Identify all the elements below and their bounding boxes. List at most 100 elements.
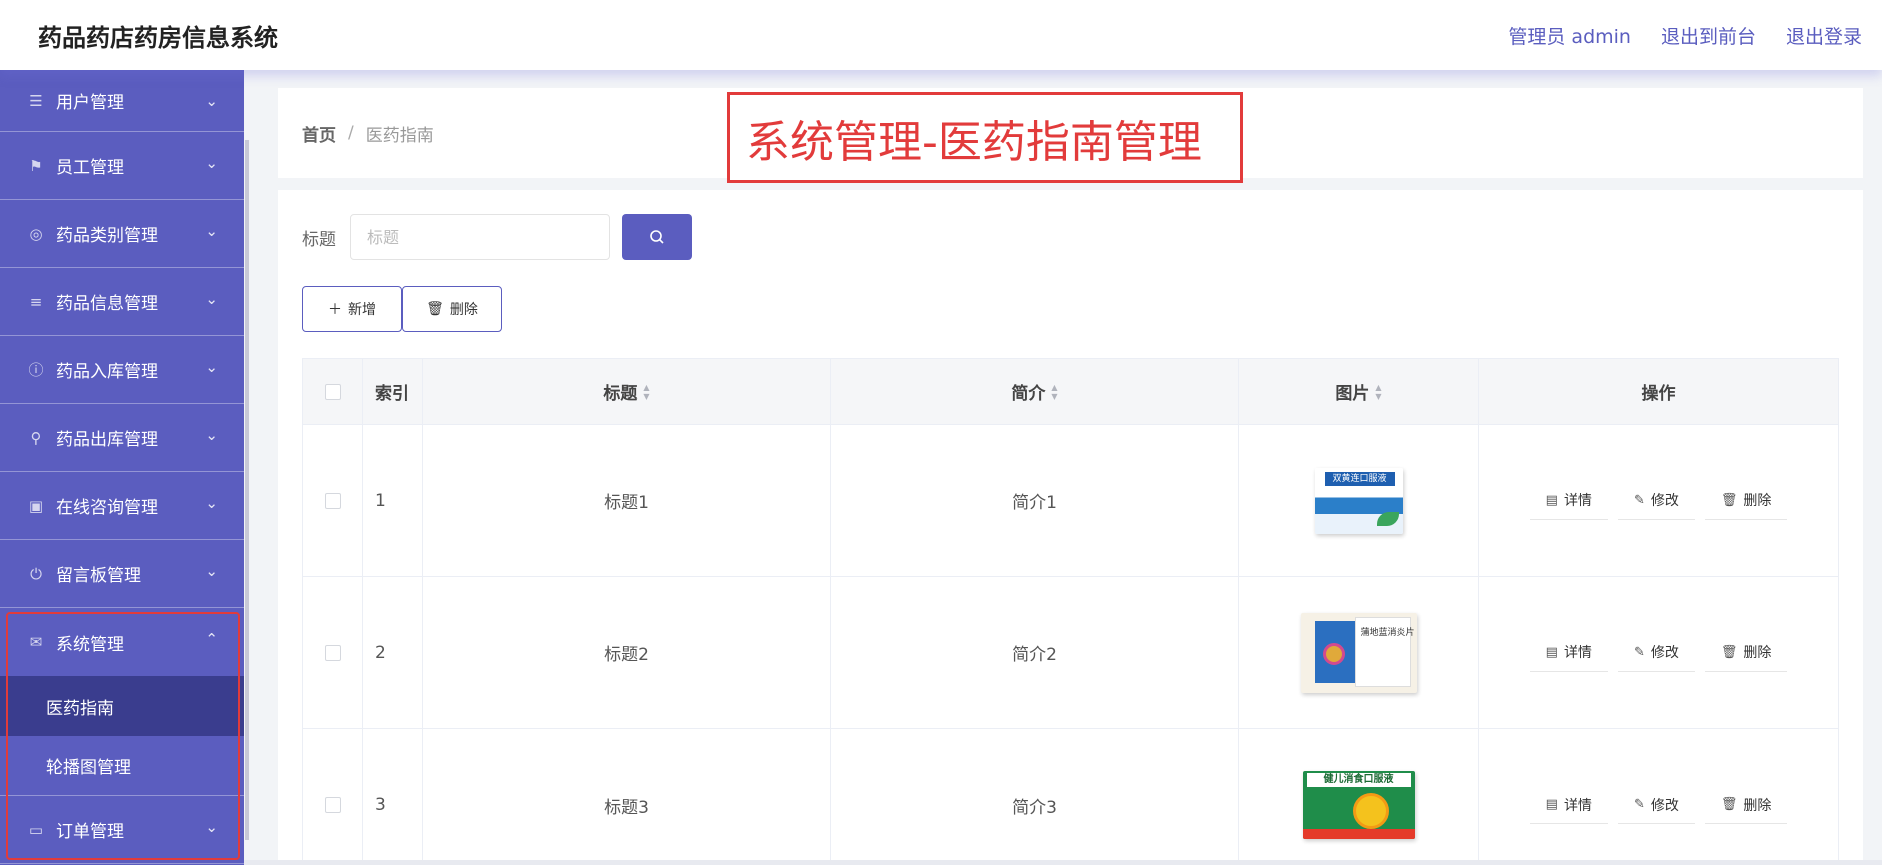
- sidebar-item-order-management[interactable]: ▭ 订单管理 ⌄: [0, 796, 244, 864]
- chevron-up-icon: ⌃: [205, 630, 218, 648]
- table-row: 3 标题3 简介3 健儿消食口服液 ▤ 详情 ✎ 修改 🗑 删除: [303, 729, 1838, 865]
- row-checkbox[interactable]: [324, 492, 341, 509]
- row-index: 1: [363, 425, 423, 576]
- sort-icon[interactable]: ▲ ▼: [1375, 383, 1381, 401]
- header-checkbox-cell: [303, 359, 363, 424]
- delete-button-label: 删除: [449, 302, 478, 318]
- header-intro[interactable]: 简介 ▲ ▼: [831, 359, 1239, 424]
- trash-icon: 🗑: [1720, 797, 1738, 812]
- delete-button[interactable]: 🗑 删除: [1704, 481, 1788, 520]
- list-icon: ≡: [29, 292, 43, 311]
- sidebar-item-user-management[interactable]: ☰ 用户管理 ⌄: [0, 70, 244, 132]
- logout-link[interactable]: 退出登录: [1786, 22, 1862, 49]
- header-title[interactable]: 标题 ▲ ▼: [423, 359, 831, 424]
- detail-label: 详情: [1563, 645, 1592, 661]
- edit-button[interactable]: ✎ 修改: [1617, 786, 1695, 824]
- edit-label: 修改: [1650, 645, 1679, 661]
- sidebar-item-drug-outbound[interactable]: ⚲ 药品出库管理 ⌄: [0, 404, 244, 472]
- header-image-label: 图片: [1335, 384, 1370, 404]
- row-checkbox[interactable]: [324, 644, 341, 661]
- sidebar-item-label: 药品类别管理: [56, 226, 158, 246]
- exit-to-front-link[interactable]: 退出到前台: [1661, 22, 1756, 49]
- breadcrumb-separator: /: [348, 123, 354, 143]
- clipboard-icon: ▣: [28, 496, 44, 515]
- flag-icon: ⚑: [29, 156, 43, 175]
- header-title-label: 标题: [603, 384, 638, 404]
- sidebar-item-staff-management[interactable]: ⚑ 员工管理 ⌄: [0, 132, 244, 200]
- document-icon: ▤: [1545, 797, 1558, 812]
- batch-delete-button[interactable]: 🗑 删除: [402, 286, 502, 332]
- edit-button[interactable]: ✎ 修改: [1617, 633, 1695, 672]
- sidebar-item-drug-info[interactable]: ≡ 药品信息管理 ⌄: [0, 268, 244, 336]
- edit-button[interactable]: ✎ 修改: [1617, 481, 1695, 520]
- search-input[interactable]: [350, 214, 610, 260]
- chevron-down-icon: ⌄: [205, 818, 218, 836]
- edit-label: 修改: [1650, 797, 1679, 814]
- row-intro: 简介1: [831, 425, 1239, 576]
- delete-button[interactable]: 🗑 删除: [1704, 633, 1788, 672]
- breadcrumb-home[interactable]: 首页: [302, 121, 336, 146]
- add-button[interactable]: ＋ 新增: [302, 286, 402, 332]
- edit-icon: ✎: [1633, 492, 1645, 508]
- edit-icon: ✎: [1633, 797, 1645, 812]
- row-image-cell: 双黄连口服液: [1239, 425, 1479, 576]
- row-image-cell: 健儿消食口服液: [1239, 729, 1479, 865]
- delete-button[interactable]: 🗑 删除: [1704, 786, 1788, 824]
- annotation-label: 系统管理-医药指南管理: [727, 92, 1243, 183]
- header-actions: 管理员 admin 退出到前台 退出登录: [1508, 22, 1862, 49]
- search-button[interactable]: [622, 214, 692, 260]
- edit-icon: ✎: [1633, 644, 1645, 660]
- select-all-checkbox[interactable]: [324, 383, 341, 400]
- header-ops: 操作: [1641, 384, 1676, 404]
- data-table: 索引 标题 ▲▼ 简介 ▲▼ 图片 ▲▼ 操作 1 标题1 简介1 双黄连: [302, 358, 1839, 865]
- sidebar-item-system-management[interactable]: ✉ 系统管理 ⌃: [0, 608, 244, 676]
- plus-icon: ＋: [328, 302, 342, 318]
- detail-button[interactable]: ▤ 详情: [1529, 481, 1608, 520]
- sliders-icon: ☰: [29, 91, 43, 110]
- drug-image[interactable]: 双黄连口服液: [1314, 467, 1403, 534]
- chevron-down-icon: ⌄: [205, 154, 218, 172]
- row-checkbox[interactable]: [324, 797, 341, 813]
- table-row: 1 标题1 简介1 双黄连口服液 ▤ 详情 ✎ 修改 🗑 删除: [303, 425, 1838, 577]
- detail-button[interactable]: ▤ 详情: [1529, 633, 1608, 672]
- bottom-scrollbar[interactable]: [244, 860, 1882, 865]
- sort-icon[interactable]: ▲ ▼: [1051, 383, 1057, 401]
- sidebar-item-online-consult[interactable]: ▣ 在线咨询管理 ⌄: [0, 472, 244, 540]
- sidebar-item-drug-inbound[interactable]: ⓘ 药品入库管理 ⌄: [0, 336, 244, 404]
- sidebar-item-label: 药品出库管理: [56, 430, 158, 450]
- drug-image[interactable]: 蒲地蓝消炎片: [1300, 612, 1417, 693]
- header-index: 索引: [363, 359, 423, 424]
- app-title: 药品药店药房信息系统: [38, 23, 278, 52]
- chevron-down-icon: ⌄: [205, 222, 218, 240]
- sun-graphic: [1352, 793, 1389, 829]
- sidebar-scrollbar[interactable]: [245, 140, 249, 840]
- delete-label: 删除: [1743, 493, 1772, 509]
- chevron-down-icon: ⌄: [205, 290, 218, 308]
- user-icon: ⚲: [30, 428, 42, 447]
- sidebar-subitem-label: 医药指南: [46, 698, 114, 719]
- search-label: 标题: [302, 229, 336, 250]
- compass-icon: ◎: [29, 224, 43, 243]
- chevron-down-icon: ⌄: [205, 92, 218, 110]
- row-title: 标题2: [423, 577, 831, 728]
- sort-icon[interactable]: ▲ ▼: [643, 383, 649, 401]
- sidebar-item-label: 系统管理: [56, 634, 124, 655]
- drug-image[interactable]: 健儿消食口服液: [1302, 771, 1415, 839]
- sidebar-item-label: 用户管理: [56, 93, 124, 113]
- flower-graphic: [1322, 642, 1345, 665]
- admin-user-link[interactable]: 管理员 admin: [1508, 22, 1631, 49]
- sidebar: ☰ 用户管理 ⌄ ⚑ 员工管理 ⌄ ◎ 药品类别管理 ⌄ ≡ 药品信息管理 ⌄ …: [0, 70, 244, 865]
- sidebar-subitem-carousel[interactable]: 轮播图管理: [0, 736, 244, 796]
- sidebar-subitem-medical-guide[interactable]: 医药指南: [0, 676, 244, 736]
- sidebar-item-message-board[interactable]: ⏻ 留言板管理 ⌄: [0, 540, 244, 608]
- sidebar-item-label: 在线咨询管理: [56, 498, 158, 518]
- action-bar: ＋ 新增 🗑 删除: [302, 286, 502, 332]
- header-image[interactable]: 图片 ▲ ▼: [1239, 359, 1479, 424]
- sidebar-item-label: 订单管理: [56, 822, 124, 842]
- detail-button[interactable]: ▤ 详情: [1529, 786, 1608, 824]
- info-icon: ⓘ: [28, 361, 44, 379]
- mail-icon: ✉: [29, 633, 43, 651]
- drug-image-label: 健儿消食口服液: [1306, 773, 1411, 787]
- breadcrumb-current: 医药指南: [365, 125, 434, 146]
- sidebar-item-drug-category[interactable]: ◎ 药品类别管理 ⌄: [0, 200, 244, 268]
